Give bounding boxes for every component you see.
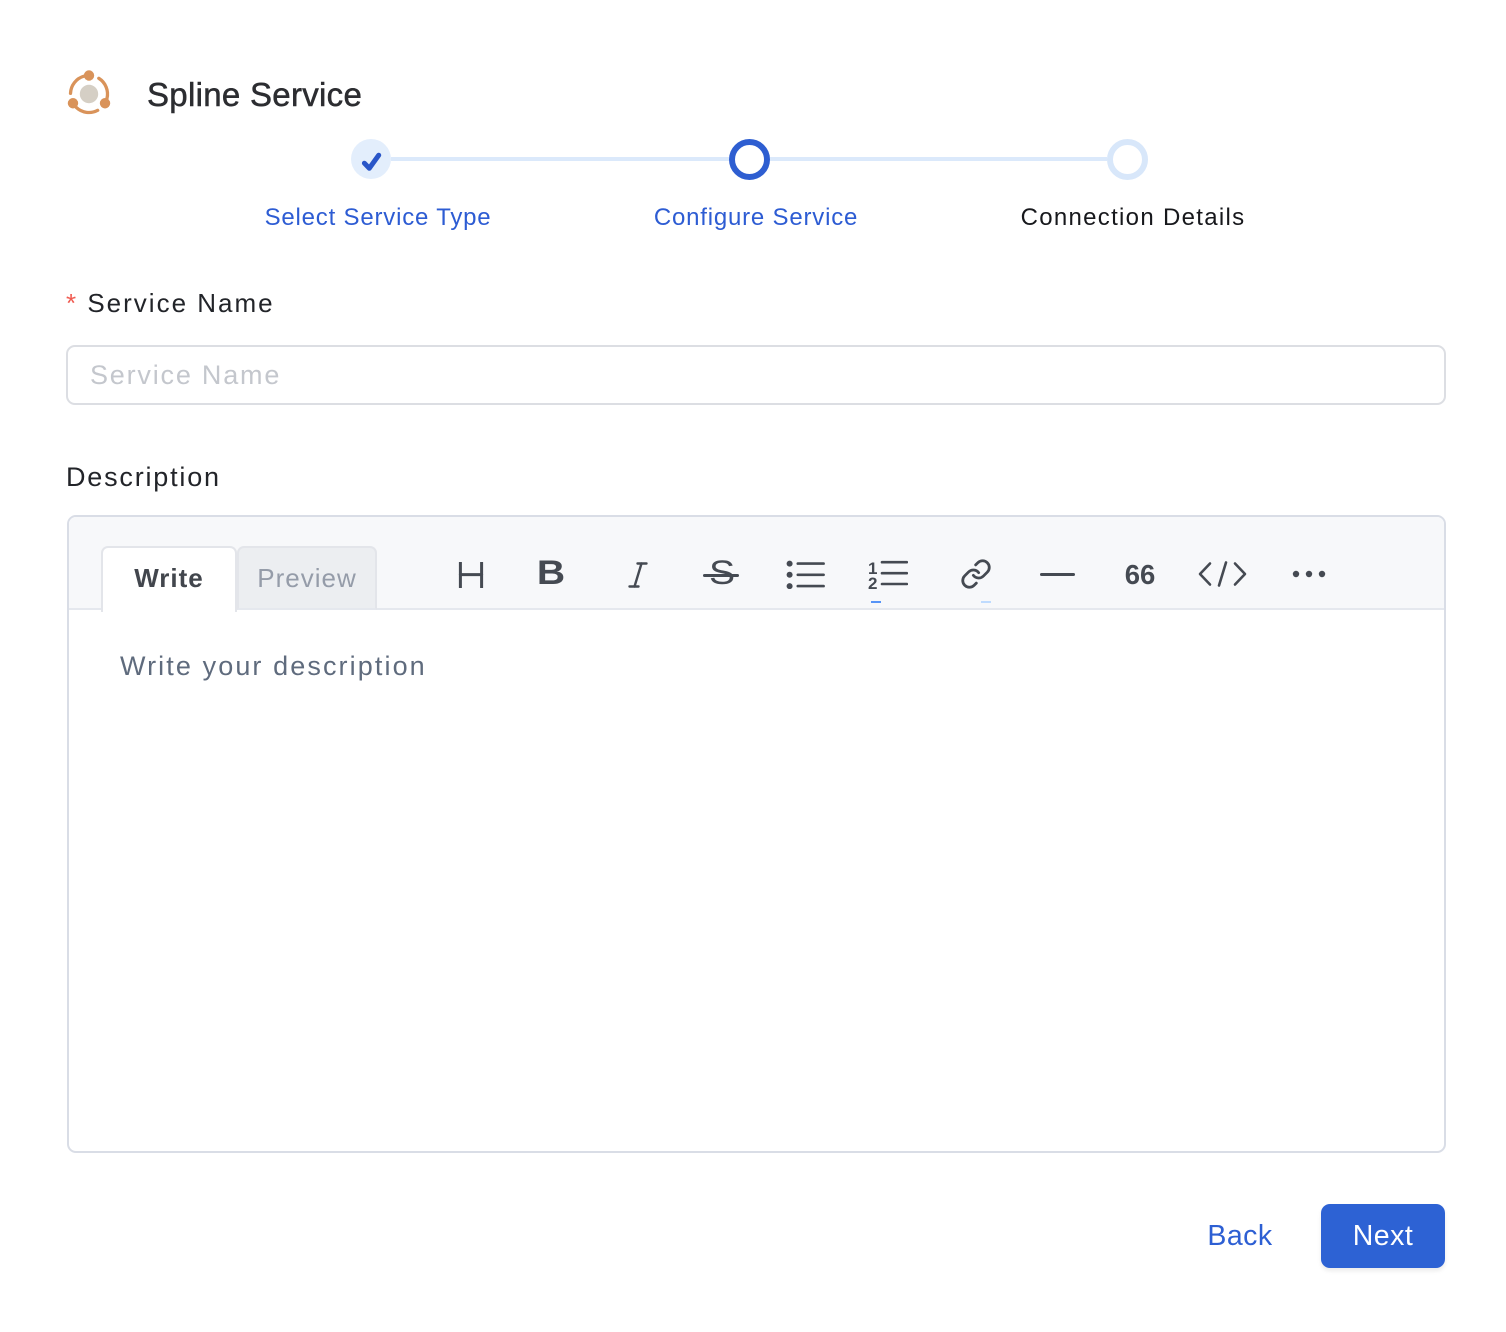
svg-text:2: 2 (868, 574, 877, 591)
